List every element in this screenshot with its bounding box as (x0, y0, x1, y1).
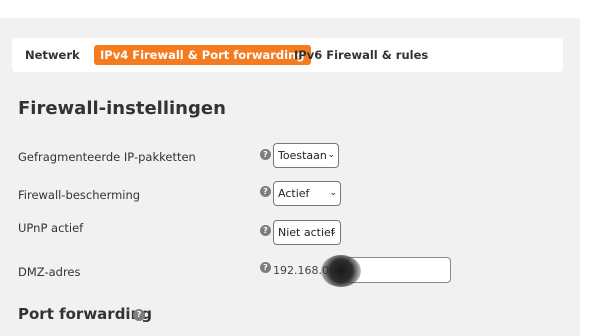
question-circle-icon[interactable]: ? (133, 309, 145, 321)
question-circle-icon[interactable]: ? (260, 149, 271, 160)
fragmented-packets-label: Gefragmenteerde IP-pakketten (18, 150, 196, 164)
fragmented-packets-value: Toestaan (278, 149, 327, 162)
firewall-protection-value: Actief (278, 187, 310, 200)
upnp-select[interactable]: Niet actief ⌄ (273, 220, 341, 245)
tab-ipv4-firewall[interactable]: IPv4 Firewall & Port forwarding (94, 45, 311, 65)
port-forwarding-title: Port forwarding (18, 305, 152, 323)
firewall-protection-label: Firewall-bescherming (18, 188, 141, 202)
fragmented-packets-select[interactable]: Toestaan ⌄ (273, 143, 339, 168)
question-circle-icon[interactable]: ? (260, 186, 271, 197)
upnp-value: Niet actief (278, 226, 335, 239)
tab-ipv6-firewall[interactable]: IPv6 Firewall & rules (294, 45, 428, 65)
redaction-blur (321, 255, 361, 287)
chevron-down-icon: ⌄ (329, 188, 337, 198)
question-circle-icon[interactable]: ? (260, 262, 271, 273)
dmz-address-input[interactable] (347, 257, 451, 283)
chevron-down-icon: ⌄ (329, 227, 337, 237)
tab-netwerk[interactable]: Netwerk (25, 45, 80, 65)
firewall-protection-select[interactable]: Actief ⌄ (273, 181, 341, 206)
firewall-settings-title: Firewall-instellingen (18, 98, 226, 119)
question-circle-icon[interactable]: ? (260, 225, 271, 236)
tab-bar: Netwerk IPv4 Firewall & Port forwarding … (12, 38, 563, 72)
chevron-down-icon: ⌄ (327, 150, 335, 160)
dmz-address-label: DMZ-adres (18, 265, 81, 279)
upnp-label: UPnP actief (18, 221, 84, 235)
